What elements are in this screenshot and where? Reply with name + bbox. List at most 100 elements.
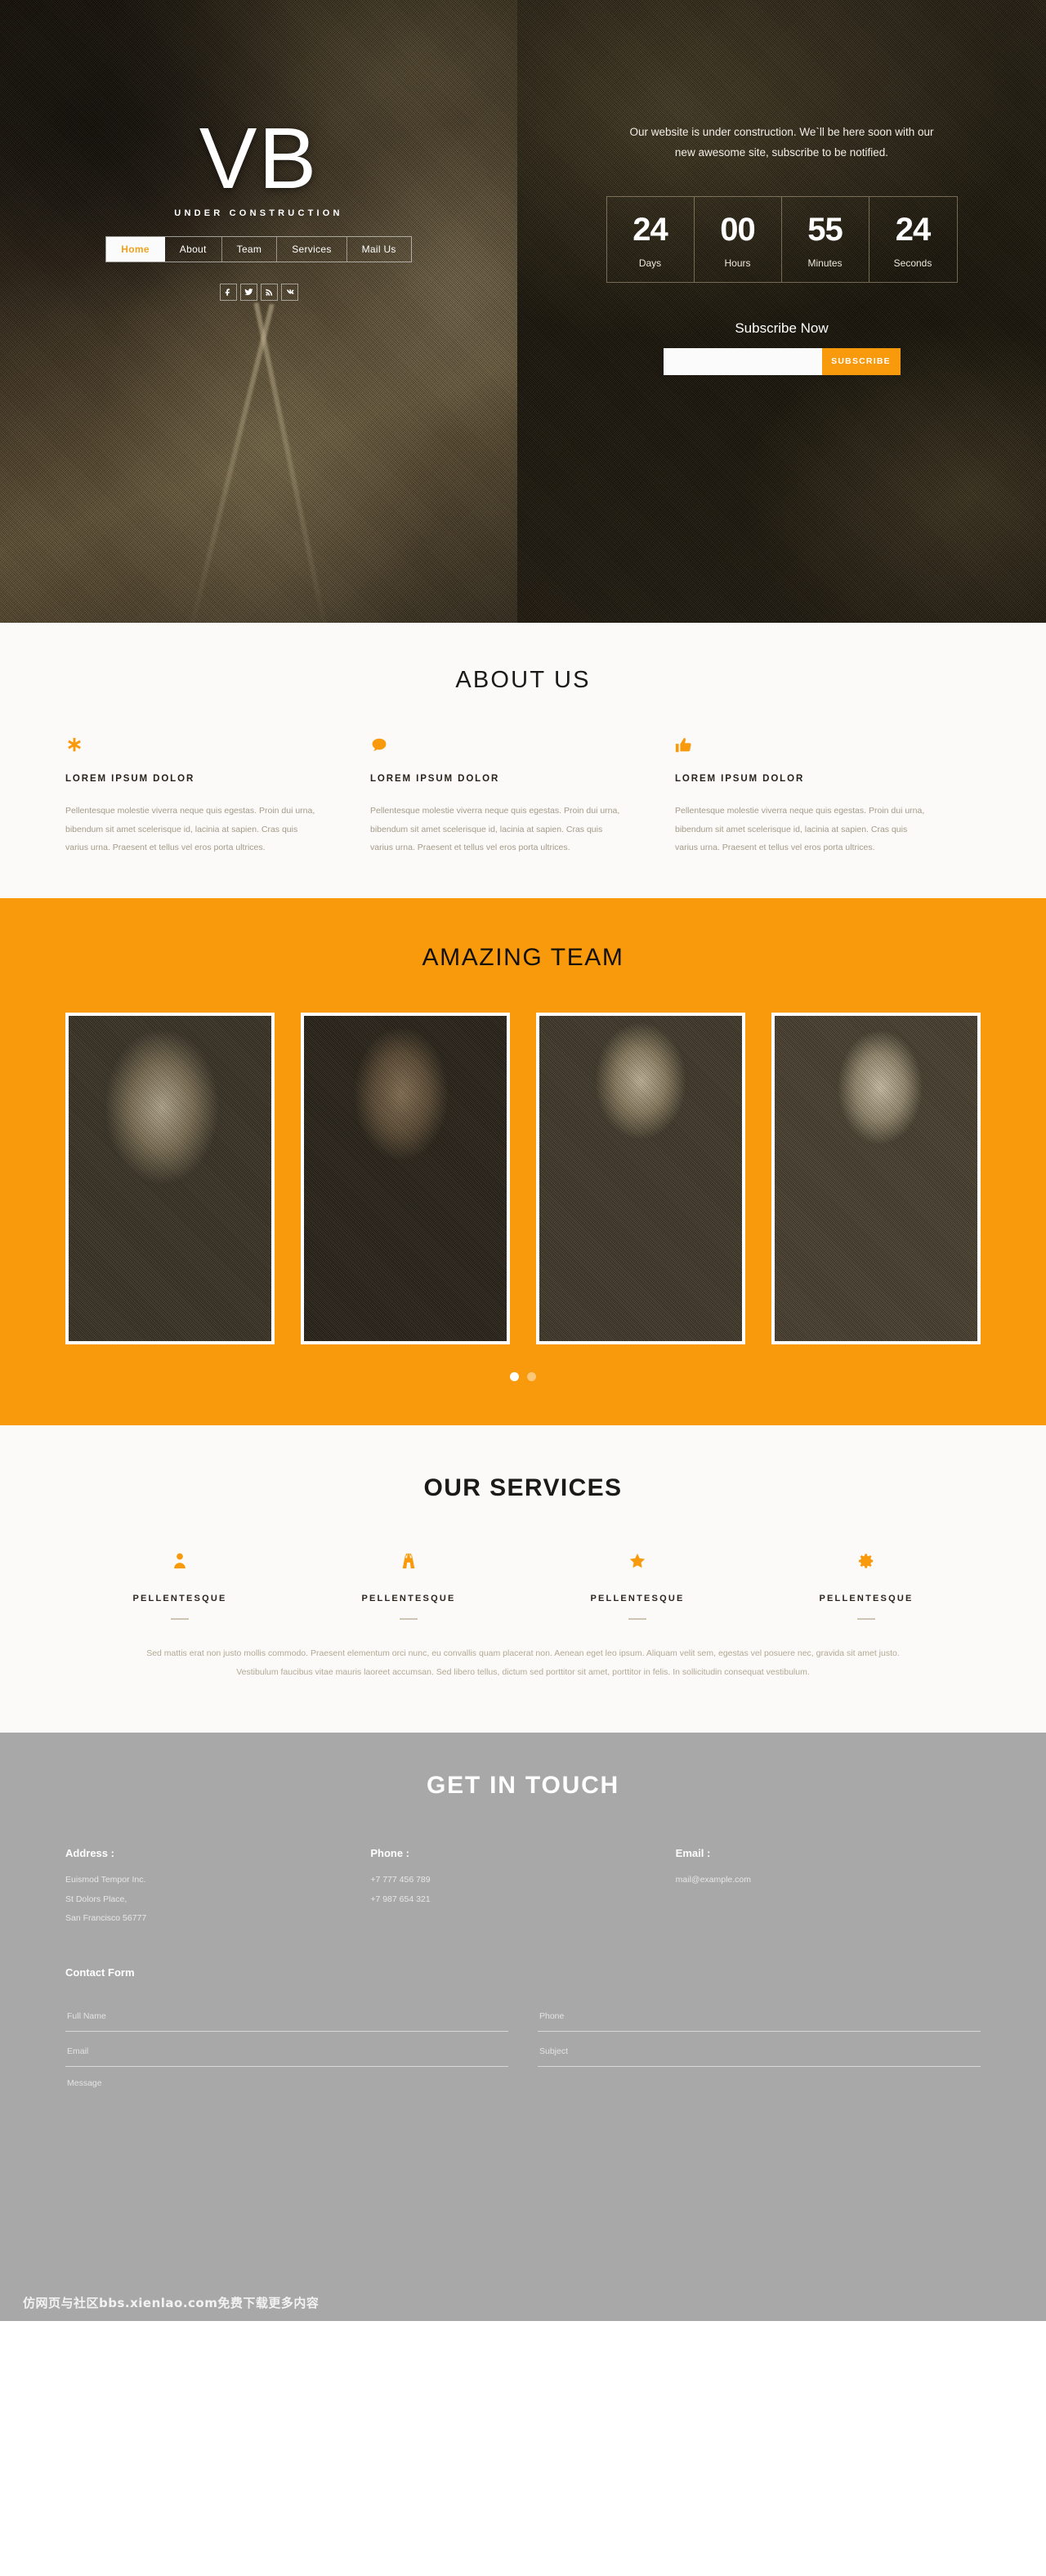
team-photo-3[interactable] [536, 1012, 745, 1344]
facebook-icon[interactable] [219, 283, 237, 301]
subject-input[interactable] [539, 2046, 979, 2056]
service-label-1: PELLENTESQUE [132, 1593, 227, 1603]
service-divider-2 [400, 1617, 418, 1620]
services-title: OUR SERVICES [423, 1474, 623, 1501]
email-lines: mail@example.com [676, 1871, 981, 1890]
contact-form[interactable] [65, 1997, 981, 2213]
user-icon [65, 1551, 294, 1572]
phone-label: Phone : [370, 1846, 409, 1859]
about-body-2: Pellentesque molestie viverra neque quis… [370, 806, 620, 853]
about-heading-1: LOREM IPSUM DOLOR [65, 774, 195, 784]
email-input[interactable] [67, 2046, 507, 2056]
phone-line-1: +7 777 456 789 [370, 1874, 431, 1885]
vk-icon[interactable] [280, 283, 298, 301]
phone-line-2: +7 987 654 321 [370, 1894, 431, 1904]
nav-item-mail-us[interactable]: Mail Us [347, 237, 411, 262]
gear-icon [752, 1551, 981, 1572]
services-body: Sed mattis erat non justo mollis commodo… [146, 1648, 900, 1677]
address-block: Address : Euismod Tempor Inc. St Dolors … [65, 1847, 370, 1929]
phone-lines: +7 777 456 789 +7 987 654 321 [370, 1871, 675, 1909]
message-field[interactable] [65, 2067, 981, 2213]
full-name-input[interactable] [67, 2010, 507, 2021]
address-line-3: San Francisco 56777 [65, 1913, 147, 1924]
intro-text: Our website is under construction. We`ll… [629, 126, 934, 159]
carousel-pagination[interactable] [0, 1371, 1046, 1381]
team-photo-2[interactable] [301, 1012, 510, 1344]
email-field[interactable] [65, 2032, 508, 2067]
service-label-4: PELLENTESQUE [819, 1593, 914, 1603]
service-item-3: PELLENTESQUE [523, 1551, 752, 1620]
countdown-minutes-value: 55 [807, 211, 843, 248]
service-label-3: PELLENTESQUE [590, 1593, 685, 1603]
hero-right-panel: Our website is under construction. We`ll… [517, 0, 1046, 623]
nav-item-team[interactable]: Team [222, 236, 278, 262]
phone-field[interactable] [538, 1997, 981, 2032]
about-column-3: LOREM IPSUM DOLOR Pellentesque molestie … [675, 736, 980, 857]
site-tagline: UNDER CONSTRUCTION [174, 208, 343, 218]
subscribe-button[interactable]: SUBSCRIBE [821, 347, 901, 375]
watermark-text: 仿网页与社区bbs.xienlao.com免费下载更多内容 [23, 2295, 320, 2310]
countdown-days: 24 Days [607, 196, 695, 282]
main-navigation[interactable]: Home About Team Services Mail Us [105, 235, 412, 262]
phone-block: Phone : +7 777 456 789 +7 987 654 321 [370, 1847, 675, 1929]
email-label: Email : [675, 1846, 711, 1859]
comment-icon [370, 736, 628, 756]
about-title: ABOUT US [455, 667, 591, 693]
star-icon [523, 1551, 752, 1572]
contact-form-title: Contact Form [65, 1966, 135, 1979]
twitter-icon[interactable] [239, 283, 257, 301]
address-lines: Euismod Tempor Inc. St Dolors Place, San… [65, 1871, 370, 1929]
subscribe-form[interactable]: SUBSCRIBE [663, 347, 901, 375]
team-section: AMAZING TEAM [0, 897, 1046, 1425]
countdown-timer: 24 Days 00 Hours 55 Minutes 24 Seconds [606, 195, 958, 283]
countdown-seconds-value: 24 [895, 211, 932, 248]
subscribe-email-input[interactable] [663, 347, 822, 375]
countdown-days-label: Days [638, 257, 662, 269]
social-links[interactable] [219, 283, 298, 301]
about-section: ABOUT US LOREM IPSUM DOLOR Pellentesque … [0, 623, 1046, 898]
message-input[interactable] [67, 2077, 979, 2201]
team-title: AMAZING TEAM [422, 943, 624, 971]
countdown-seconds: 24 Seconds [869, 197, 957, 282]
nav-item-services[interactable]: Services [277, 236, 347, 262]
services-section: OUR SERVICES PELLENTESQUE PELLENTESQUE P… [0, 1424, 1046, 1733]
address-label: Address : [65, 1846, 114, 1859]
countdown-minutes: 55 Minutes [782, 196, 869, 282]
contact-title: GET IN TOUCH [426, 1771, 620, 1799]
address-line-2: St Dolors Place, [65, 1894, 127, 1904]
countdown-hours-value: 00 [720, 211, 756, 248]
email-line-1: mail@example.com [675, 1874, 752, 1885]
nav-item-home[interactable]: Home [106, 236, 165, 262]
full-name-field[interactable] [65, 1997, 508, 2032]
team-photo-1[interactable] [65, 1012, 275, 1344]
nav-item-about[interactable]: About [165, 236, 222, 262]
service-item-1: PELLENTESQUE [65, 1551, 294, 1620]
road-icon [294, 1551, 523, 1572]
carousel-dot-2[interactable] [527, 1371, 536, 1381]
service-label-2: PELLENTESQUE [361, 1593, 456, 1603]
service-divider-3 [628, 1617, 646, 1620]
asterisk-icon [65, 736, 323, 756]
team-carousel[interactable] [0, 1012, 1046, 1344]
subject-field[interactable] [538, 2032, 981, 2067]
hero-left-panel: VB UNDER CONSTRUCTION Home About Team Se… [0, 0, 517, 623]
countdown-hours: 00 Hours [695, 196, 782, 282]
contact-section: GET IN TOUCH Address : Euismod Tempor In… [0, 1732, 1046, 2321]
rss-icon[interactable] [260, 283, 278, 301]
service-item-2: PELLENTESQUE [294, 1551, 523, 1620]
countdown-minutes-label: Minutes [807, 257, 843, 269]
about-heading-3: LOREM IPSUM DOLOR [675, 774, 805, 784]
email-block: Email : mail@example.com [676, 1847, 981, 1929]
team-photo-4[interactable] [771, 1012, 981, 1344]
countdown-seconds-label: Seconds [893, 257, 932, 269]
about-column-1: LOREM IPSUM DOLOR Pellentesque molestie … [65, 736, 370, 857]
about-column-2: LOREM IPSUM DOLOR Pellentesque molestie … [370, 736, 675, 857]
about-body-3: Pellentesque molestie viverra neque quis… [675, 806, 925, 853]
subscribe-title: Subscribe Now [735, 320, 829, 336]
hero-section: VB UNDER CONSTRUCTION Home About Team Se… [0, 0, 1046, 623]
carousel-dot-1[interactable] [510, 1371, 519, 1381]
about-heading-2: LOREM IPSUM DOLOR [370, 774, 500, 784]
thumbs-up-icon [675, 736, 932, 756]
phone-input[interactable] [539, 2010, 979, 2021]
service-divider-4 [857, 1617, 875, 1620]
